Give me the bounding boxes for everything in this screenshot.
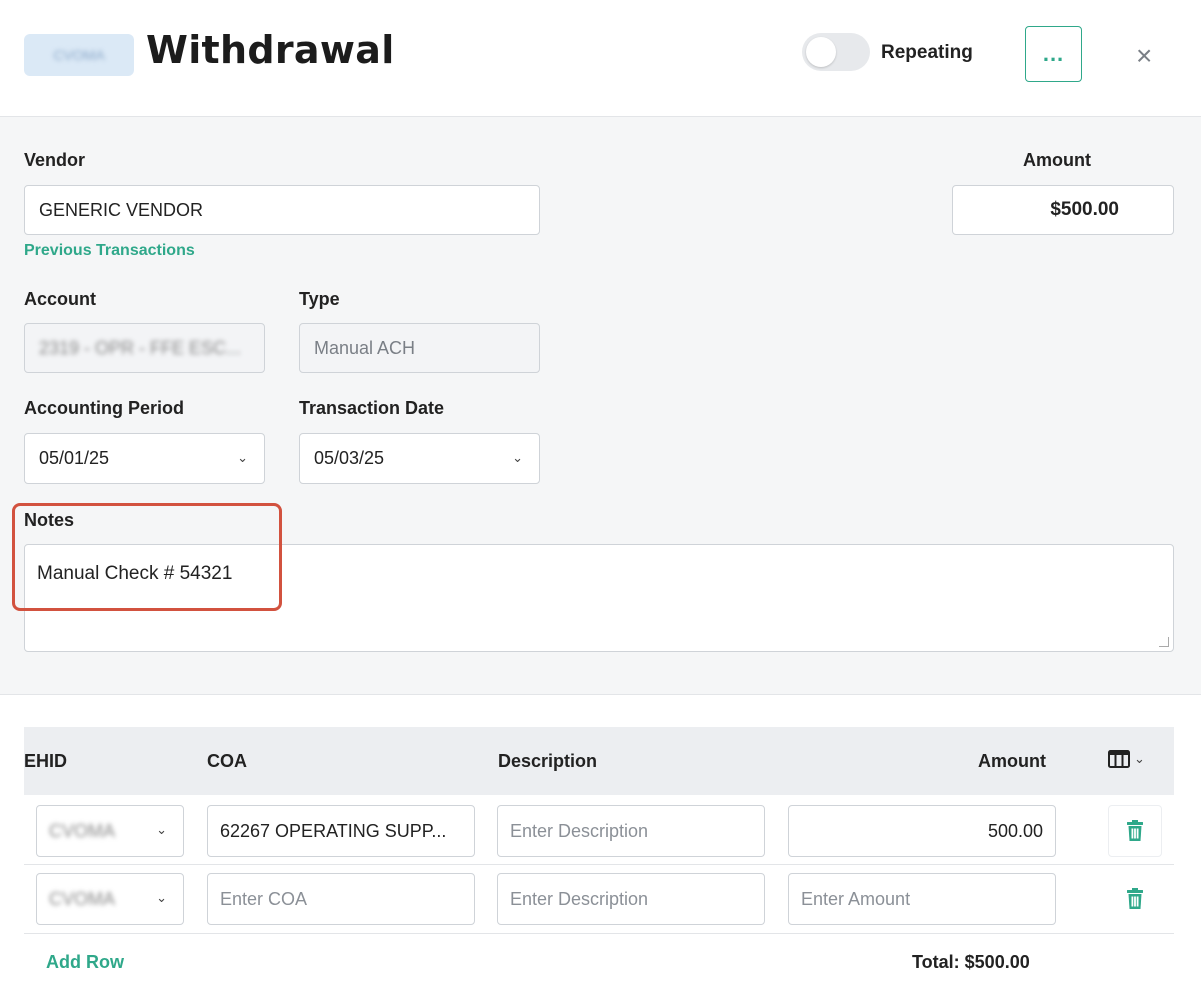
accounting-period-value: 05/01/25 [39, 448, 110, 468]
header-ehid: EHID [24, 751, 67, 772]
type-label: Type [299, 289, 340, 309]
dialog-header: CVOMA Withdrawal Repeating ... × [0, 0, 1201, 117]
repeating-toggle[interactable] [802, 33, 870, 71]
add-row-button[interactable]: Add Row [46, 952, 124, 973]
accounting-period-label: Accounting Period [24, 398, 185, 418]
notes-label: Notes [24, 510, 75, 530]
toggle-knob [806, 37, 836, 67]
property-badge: CVOMA [24, 34, 134, 76]
type-field: Manual ACH [299, 323, 540, 373]
transaction-date-value: 05/03/25 [314, 448, 385, 468]
row1-description-placeholder: Enter Description [510, 820, 649, 841]
header-ehid-label: EHID [24, 751, 68, 771]
row2-amount-placeholder: Enter Amount [801, 888, 911, 909]
row2-ehid-value: CVOMA [49, 888, 116, 909]
row-divider [24, 864, 1174, 865]
vendor-label: Vendor [24, 150, 86, 170]
chevron-down-icon: ⌄ [156, 822, 167, 838]
row2-description-placeholder: Enter Description [510, 888, 649, 909]
accounting-period-select[interactable]: 05/01/25 ⌄ [24, 433, 265, 484]
amount-input[interactable]: $500.00 [952, 185, 1174, 235]
type-value: Manual ACH [314, 337, 416, 358]
transaction-form: Vendor GENERIC VENDOR Previous Transacti… [0, 117, 1201, 695]
header-description: Description [498, 751, 598, 771]
split-table-header: EHID COA Description Amount [24, 727, 1174, 795]
account-label: Account [24, 289, 96, 309]
row2-coa-input[interactable]: Enter COA [207, 873, 475, 925]
row1-amount-input[interactable]: 500.00 [788, 805, 1056, 857]
more-icon: ... [1042, 41, 1065, 66]
trash-icon [1127, 820, 1143, 841]
transaction-date-label: Transaction Date [299, 398, 445, 418]
vendor-input[interactable]: GENERIC VENDOR [24, 185, 540, 235]
notes-textarea[interactable]: Manual Check # 54321 [24, 544, 1174, 652]
previous-transactions-link[interactable]: Previous Transactions [24, 242, 195, 260]
row1-coa-input[interactable]: 62267 OPERATING SUPP... [207, 805, 475, 857]
row2-coa-placeholder: Enter COA [220, 888, 308, 909]
columns-icon [1108, 750, 1130, 768]
chevron-down-icon: ⌄ [512, 449, 523, 465]
page-title: Withdrawal [146, 28, 395, 72]
resize-handle-icon[interactable] [1159, 637, 1169, 647]
vendor-value: GENERIC VENDOR [39, 199, 204, 220]
repeating-label: Repeating [881, 42, 973, 63]
row-divider [24, 933, 1174, 934]
row1-amount-value: 500.00 [987, 820, 1043, 841]
chevron-down-icon: ⌄ [237, 449, 248, 465]
close-icon[interactable]: × [1136, 42, 1152, 70]
row1-ehid-select[interactable]: CVOMA ⌄ [36, 805, 184, 857]
row2-ehid-select[interactable]: CVOMA ⌄ [36, 873, 184, 925]
transaction-date-select[interactable]: 05/03/25 ⌄ [299, 433, 540, 484]
amount-label: Amount [1023, 150, 1091, 170]
trash-icon [1127, 888, 1143, 909]
account-field: 2319 - OPR - FFE ESC... [24, 323, 265, 373]
amount-value: $500.00 [1050, 199, 1119, 220]
header-amount: Amount [978, 751, 1046, 771]
row2-delete-button[interactable] [1108, 873, 1162, 925]
row1-description-input[interactable]: Enter Description [497, 805, 765, 857]
property-badge-text: CVOMA [53, 47, 105, 63]
more-options-button[interactable]: ... [1025, 26, 1082, 82]
row1-ehid-value: CVOMA [49, 820, 116, 841]
row1-coa-value: 62267 OPERATING SUPP... [220, 820, 447, 841]
chevron-down-icon: ⌄ [156, 890, 167, 906]
total-amount: Total: $500.00 [912, 952, 1030, 972]
row2-description-input[interactable]: Enter Description [497, 873, 765, 925]
header-coa: COA [207, 751, 247, 771]
account-value: 2319 - OPR - FFE ESC... [39, 337, 242, 358]
row1-delete-button[interactable] [1108, 805, 1162, 857]
notes-value: Manual Check # 54321 [37, 563, 233, 584]
column-settings-button[interactable]: ⌄ [1108, 750, 1145, 768]
row2-amount-input[interactable]: Enter Amount [788, 873, 1056, 925]
chevron-down-icon: ⌄ [1134, 751, 1145, 766]
